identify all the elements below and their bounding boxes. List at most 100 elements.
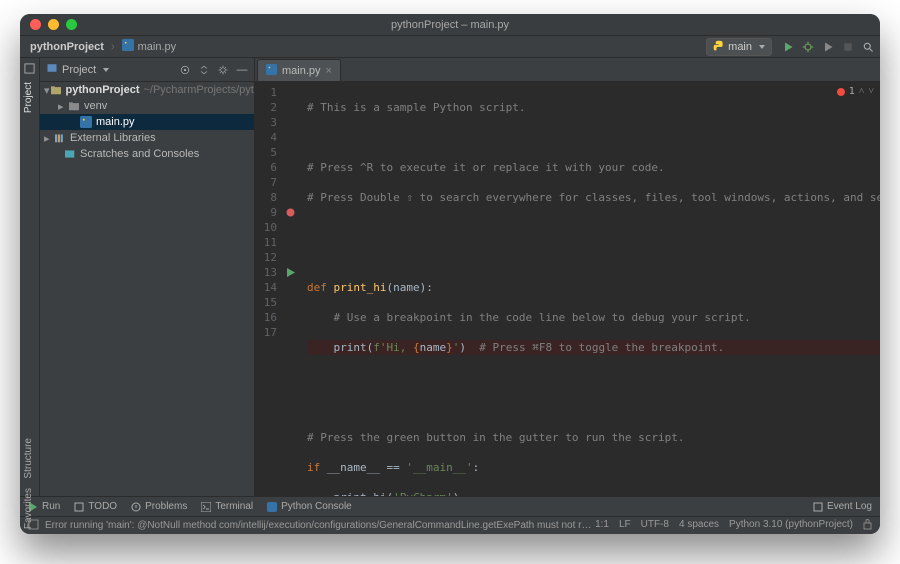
status-message[interactable]: Error running 'main': @NotNull method co…	[45, 520, 595, 531]
breadcrumb[interactable]: pythonProject › main.py	[26, 39, 176, 54]
file-encoding[interactable]: UTF-8	[641, 519, 669, 533]
status-bar: Error running 'main': @NotNull method co…	[20, 516, 880, 534]
tree-node-scratches[interactable]: Scratches and Consoles	[40, 146, 254, 162]
line-number: 1	[255, 85, 277, 100]
editor-tabs: main.py ×	[255, 58, 880, 82]
tree-label: venv	[84, 100, 107, 112]
run-config-selector[interactable]: main	[706, 38, 772, 56]
stop-button[interactable]	[842, 41, 854, 53]
code-text: def	[307, 281, 334, 294]
line-gutter[interactable]: 1 2 3 4 5 6 7 8 9 10 11 12 13 14 15 16 1	[255, 82, 283, 496]
select-opened-file-icon[interactable]	[179, 64, 191, 76]
code-text: # This is a sample Python script.	[307, 101, 526, 114]
chevron-right-icon: ›	[111, 41, 115, 53]
code-text: if	[307, 461, 327, 474]
problems-tool-tab[interactable]: Problems	[131, 501, 187, 512]
folder-icon	[50, 85, 62, 95]
project-tool-icon[interactable]	[24, 63, 35, 74]
code-text: 'PyCharm'	[393, 491, 453, 496]
project-tool-tab[interactable]: Project	[23, 82, 34, 113]
tree-root-label: pythonProject	[66, 84, 140, 96]
line-number: 15	[255, 295, 277, 310]
close-tab-icon[interactable]: ×	[326, 65, 332, 77]
interpreter[interactable]: Python 3.10 (pythonProject)	[729, 519, 853, 533]
error-indicator-icon	[837, 88, 845, 96]
tree-root[interactable]: ▾ pythonProject ~/PycharmProjects/python…	[40, 82, 254, 98]
editor-tab-main[interactable]: main.py ×	[257, 59, 341, 81]
project-view-icon	[46, 62, 58, 77]
debug-button[interactable]	[802, 41, 814, 53]
code-text: # Press the green button in the gutter t…	[307, 431, 685, 444]
project-tree[interactable]: ▾ pythonProject ~/PycharmProjects/python…	[40, 82, 254, 496]
expand-all-icon[interactable]	[198, 64, 210, 76]
search-everywhere-button[interactable]	[862, 41, 874, 53]
line-number: 8	[255, 190, 277, 205]
inspection-widget[interactable]: 1 ˄ ˅	[837, 86, 874, 97]
tree-label: External Libraries	[70, 132, 156, 144]
project-panel-header: Project —	[40, 58, 254, 82]
python-icon	[713, 40, 724, 54]
line-number: 11	[255, 235, 277, 250]
code-text: name	[420, 341, 447, 354]
code-text: )	[453, 491, 460, 496]
line-number: 14	[255, 280, 277, 295]
python-file-icon	[266, 64, 277, 78]
tree-root-path: ~/PycharmProjects/pythonProject	[143, 84, 254, 96]
run-button[interactable]	[782, 41, 794, 53]
python-file-icon	[80, 116, 92, 128]
project-panel: Project — ▾ pythonProject ~/PycharmProje…	[40, 58, 255, 496]
chevron-up-icon[interactable]: ˄	[859, 86, 865, 97]
line-number: 9	[255, 205, 277, 220]
tree-label: Scratches and Consoles	[80, 148, 199, 160]
line-separator[interactable]: LF	[619, 519, 631, 533]
project-panel-title[interactable]: Project	[62, 64, 96, 76]
code-text: # Press ⌘F8 to toggle the breakpoint.	[479, 341, 724, 354]
code-text: print_hi	[334, 281, 387, 294]
terminal-tool-tab[interactable]: Terminal	[201, 501, 253, 512]
todo-tool-tab[interactable]: TODO	[74, 501, 117, 512]
structure-tool-tab[interactable]: Structure	[23, 438, 34, 479]
code-text: :	[473, 461, 480, 474]
line-number: 3	[255, 115, 277, 130]
caret-position[interactable]: 1:1	[595, 519, 609, 533]
event-log-tool-tab[interactable]: Event Log	[813, 501, 872, 512]
ide-window: pythonProject – main.py pythonProject › …	[20, 14, 880, 534]
code-area[interactable]: # This is a sample Python script. # Pres…	[283, 82, 880, 496]
code-text: print_hi(	[307, 491, 393, 496]
indent-setting[interactable]: 4 spaces	[679, 519, 719, 533]
line-number: 12	[255, 250, 277, 265]
editor-tab-label: main.py	[282, 65, 321, 77]
line-number: 10	[255, 220, 277, 235]
chevron-down-icon	[759, 45, 765, 49]
tree-node-external-libs[interactable]: ▸ External Libraries	[40, 130, 254, 146]
line-number: 17	[255, 325, 277, 340]
code-text: f'Hi,	[373, 341, 413, 354]
line-number: 2	[255, 100, 277, 115]
python-file-icon	[122, 39, 134, 54]
python-console-tool-tab[interactable]: Python Console	[267, 501, 352, 512]
chevron-down-icon[interactable]: ˅	[868, 86, 874, 97]
folder-icon	[68, 101, 80, 111]
line-number: 5	[255, 145, 277, 160]
hide-panel-icon[interactable]: —	[236, 64, 248, 76]
chevron-down-icon[interactable]	[103, 68, 109, 72]
code-text: }	[446, 341, 453, 354]
run-with-coverage-button[interactable]	[822, 41, 834, 53]
favorites-tool-tab[interactable]: Favorites	[23, 488, 34, 529]
code-editor[interactable]: 1 2 3 4 5 6 7 8 9 10 11 12 13 14 15 16 1	[255, 82, 880, 496]
left-tool-strip: Project Structure Favorites	[20, 58, 40, 496]
lock-icon[interactable]	[863, 519, 872, 533]
tree-node-venv[interactable]: ▸ venv	[40, 98, 254, 114]
code-text: __name__ ==	[327, 461, 406, 474]
code-text: '__main__'	[406, 461, 472, 474]
bottom-tool-strip: Run TODO Problems Terminal Python Consol…	[20, 496, 880, 516]
tree-label: main.py	[96, 116, 135, 128]
navigation-bar: pythonProject › main.py main	[20, 36, 880, 58]
tree-node-main-py[interactable]: main.py	[40, 114, 254, 130]
code-text: )	[459, 341, 479, 354]
code-text: {	[413, 341, 420, 354]
code-text: # Use a breakpoint in the code line belo…	[307, 311, 751, 324]
breadcrumb-file: main.py	[138, 41, 177, 53]
window-title: pythonProject – main.py	[20, 19, 880, 31]
settings-gear-icon[interactable]	[217, 64, 229, 76]
